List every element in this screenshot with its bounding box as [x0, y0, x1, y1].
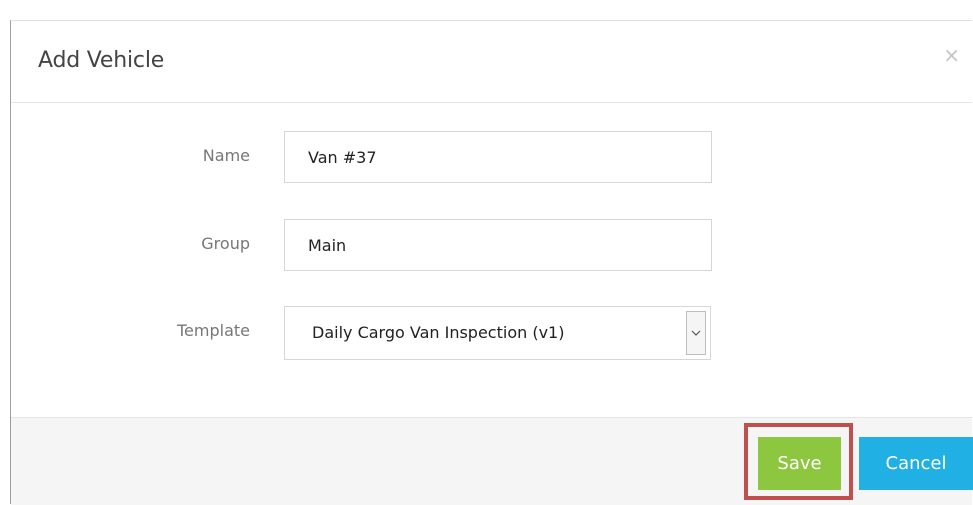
- name-row: Name: [11, 131, 972, 185]
- add-vehicle-dialog: Add Vehicle × Name Group Template Daily …: [10, 20, 973, 505]
- dialog-title: Add Vehicle: [38, 48, 165, 73]
- dialog-footer: Save Cancel: [11, 417, 973, 505]
- group-input[interactable]: [284, 219, 712, 271]
- chevron-down-icon[interactable]: [686, 311, 706, 355]
- name-input[interactable]: [284, 131, 712, 183]
- group-row: Group: [11, 219, 972, 273]
- template-row: Template Daily Cargo Van Inspection (v1): [11, 306, 972, 360]
- dialog-header: Add Vehicle ×: [11, 21, 972, 103]
- template-select[interactable]: Daily Cargo Van Inspection (v1): [284, 306, 711, 360]
- template-label: Template: [176, 321, 250, 340]
- template-selected-value: Daily Cargo Van Inspection (v1): [312, 323, 565, 342]
- name-label: Name: [202, 146, 250, 165]
- cancel-button[interactable]: Cancel: [859, 437, 973, 490]
- group-label: Group: [201, 234, 250, 253]
- save-button[interactable]: Save: [758, 437, 841, 490]
- close-icon[interactable]: ×: [943, 43, 960, 67]
